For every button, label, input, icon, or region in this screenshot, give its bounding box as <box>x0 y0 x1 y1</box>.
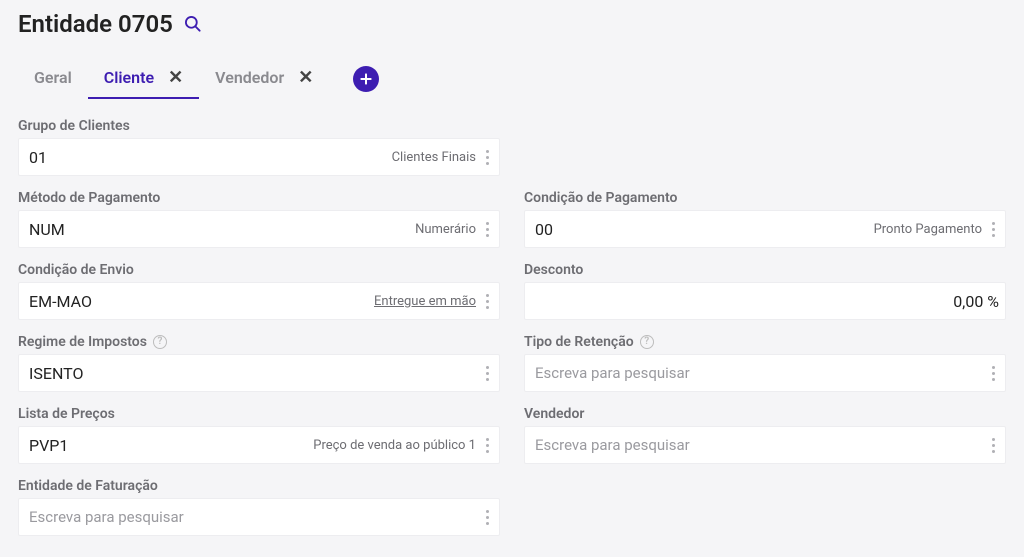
tab-vendedor[interactable]: Vendedor ✕ <box>199 58 329 99</box>
label-grupo-clientes: Grupo de Clientes <box>18 118 500 134</box>
more-icon[interactable] <box>482 150 493 165</box>
input-grupo-clientes[interactable]: 01 Clientes Finais <box>18 138 500 176</box>
tab-cliente[interactable]: Cliente ✕ <box>88 58 199 99</box>
value-metodo-pagamento: NUM <box>29 220 415 239</box>
field-tipo-retencao: Tipo de Retenção ? Escreva para pesquisa… <box>524 334 1006 392</box>
help-icon[interactable]: ? <box>153 335 167 349</box>
label-tipo-retencao: Tipo de Retenção ? <box>524 334 1006 350</box>
hint-lista-precos: Preço de venda ao público 1 <box>313 438 476 453</box>
field-entidade-faturacao: Entidade de Faturação Escreva para pesqu… <box>18 478 500 536</box>
value-grupo-clientes: 01 <box>29 148 392 167</box>
input-condicao-envio[interactable]: EM-MAO Entregue em mão <box>18 282 500 320</box>
tab-vendedor-label: Vendedor <box>215 68 284 87</box>
label-regime-impostos: Regime de Impostos ? <box>18 334 500 350</box>
form-grid: Grupo de Clientes 01 Clientes Finais Mét… <box>18 118 1006 550</box>
hint-condicao-pagamento: Pronto Pagamento <box>874 222 982 237</box>
value-desconto: 0,00 % <box>535 292 999 311</box>
left-column: Grupo de Clientes 01 Clientes Finais Mét… <box>18 118 500 550</box>
field-condicao-pagamento: Condição de Pagamento 00 Pronto Pagament… <box>524 190 1006 248</box>
hint-metodo-pagamento: Numerário <box>415 222 476 237</box>
tab-cliente-label: Cliente <box>104 68 154 87</box>
right-column: Condição de Pagamento 00 Pronto Pagament… <box>524 118 1006 550</box>
page-root: Entidade 0705 Geral Cliente ✕ Vendedor ✕ <box>0 0 1024 550</box>
close-icon[interactable]: ✕ <box>298 69 313 87</box>
close-icon[interactable]: ✕ <box>168 69 183 87</box>
value-lista-precos: PVP1 <box>29 436 313 455</box>
tab-geral[interactable]: Geral <box>18 58 88 99</box>
field-metodo-pagamento: Método de Pagamento NUM Numerário <box>18 190 500 248</box>
title-row: Entidade 0705 <box>18 10 1006 38</box>
placeholder-vendedor: Escreva para pesquisar <box>535 436 988 454</box>
field-lista-precos: Lista de Preços PVP1 Preço de venda ao p… <box>18 406 500 464</box>
more-icon[interactable] <box>988 366 999 381</box>
more-icon[interactable] <box>482 366 493 381</box>
more-icon[interactable] <box>988 438 999 453</box>
input-lista-precos[interactable]: PVP1 Preço de venda ao público 1 <box>18 426 500 464</box>
hint-condicao-envio: Entregue em mão <box>374 294 476 309</box>
more-icon[interactable] <box>482 294 493 309</box>
label-desconto: Desconto <box>524 262 1006 278</box>
label-lista-precos: Lista de Preços <box>18 406 500 422</box>
label-tipo-retencao-text: Tipo de Retenção <box>524 334 634 350</box>
label-vendedor: Vendedor <box>524 406 1006 422</box>
input-metodo-pagamento[interactable]: NUM Numerário <box>18 210 500 248</box>
input-regime-impostos[interactable]: ISENTO <box>18 354 500 392</box>
input-tipo-retencao[interactable]: Escreva para pesquisar <box>524 354 1006 392</box>
value-regime-impostos: ISENTO <box>29 364 482 383</box>
label-metodo-pagamento: Método de Pagamento <box>18 190 500 206</box>
label-condicao-pagamento: Condição de Pagamento <box>524 190 1006 206</box>
placeholder-entidade-faturacao: Escreva para pesquisar <box>29 508 482 526</box>
help-icon[interactable]: ? <box>640 335 654 349</box>
value-condicao-envio: EM-MAO <box>29 292 374 311</box>
label-condicao-envio: Condição de Envio <box>18 262 500 278</box>
more-icon[interactable] <box>482 222 493 237</box>
field-regime-impostos: Regime de Impostos ? ISENTO <box>18 334 500 392</box>
more-icon[interactable] <box>482 510 493 525</box>
value-condicao-pagamento: 00 <box>535 220 874 239</box>
field-vendedor: Vendedor Escreva para pesquisar <box>524 406 1006 464</box>
input-vendedor[interactable]: Escreva para pesquisar <box>524 426 1006 464</box>
field-desconto: Desconto 0,00 % <box>524 262 1006 320</box>
field-grupo-clientes: Grupo de Clientes 01 Clientes Finais <box>18 118 500 176</box>
add-tab-button[interactable] <box>353 66 379 92</box>
label-entidade-faturacao: Entidade de Faturação <box>18 478 500 494</box>
label-regime-impostos-text: Regime de Impostos <box>18 334 147 350</box>
tabs: Geral Cliente ✕ Vendedor ✕ <box>18 58 1006 100</box>
page-title: Entidade 0705 <box>18 10 173 38</box>
input-desconto[interactable]: 0,00 % <box>524 282 1006 320</box>
input-condicao-pagamento[interactable]: 00 Pronto Pagamento <box>524 210 1006 248</box>
search-icon[interactable] <box>183 14 203 34</box>
more-icon[interactable] <box>988 222 999 237</box>
tab-geral-label: Geral <box>34 68 72 87</box>
input-entidade-faturacao[interactable]: Escreva para pesquisar <box>18 498 500 536</box>
spacer <box>524 118 1006 190</box>
more-icon[interactable] <box>482 438 493 453</box>
field-condicao-envio: Condição de Envio EM-MAO Entregue em mão <box>18 262 500 320</box>
hint-grupo-clientes: Clientes Finais <box>392 150 476 165</box>
placeholder-tipo-retencao: Escreva para pesquisar <box>535 364 988 382</box>
